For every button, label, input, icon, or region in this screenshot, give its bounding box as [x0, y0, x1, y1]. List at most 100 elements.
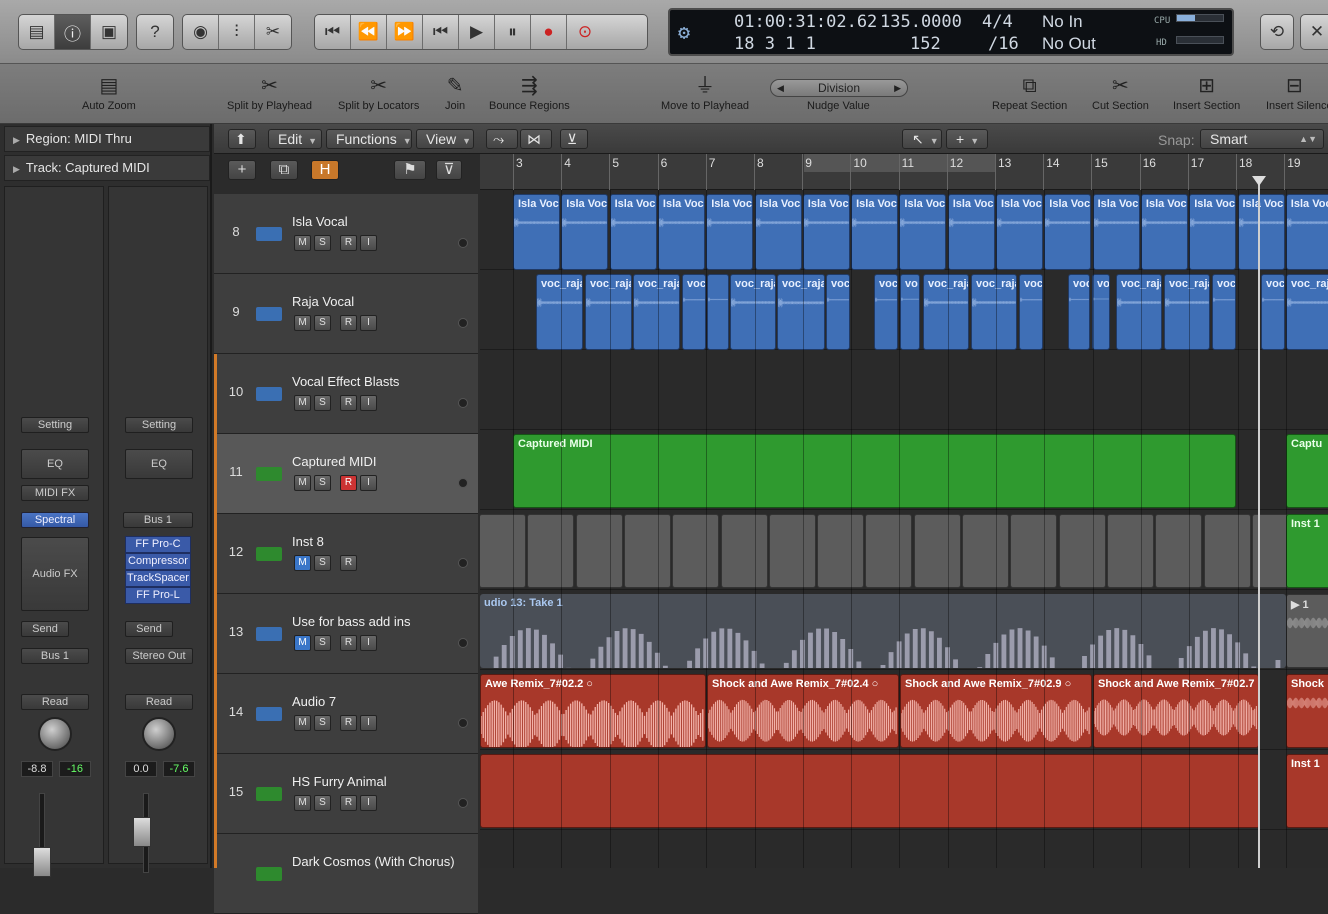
input-monitor-button[interactable]: I	[360, 795, 377, 811]
record-enable-button[interactable]: R	[340, 795, 357, 811]
region[interactable]	[1058, 514, 1106, 588]
region[interactable]: vo	[900, 274, 920, 350]
region[interactable]: Isla Voc	[996, 194, 1043, 270]
region[interactable]: voc	[1212, 274, 1236, 350]
pointer-tool[interactable]: ↖ ▼	[902, 129, 942, 149]
region[interactable]: Isla Voc	[1189, 194, 1237, 270]
region[interactable]: Isla Voc	[899, 194, 947, 270]
library-icon[interactable]: ▤	[19, 15, 55, 49]
region[interactable]	[962, 514, 1009, 588]
plugin-slot-2[interactable]: Compressor	[125, 553, 191, 570]
output-slot[interactable]: Stereo Out	[125, 648, 193, 664]
repeat-section-button[interactable]: ⧉ Repeat Section	[992, 72, 1067, 112]
playhead[interactable]	[1258, 176, 1260, 868]
lcd-display[interactable]: ⚙ 01:00:31:02.62 18 3 1 1 135.0000 152 4…	[668, 8, 1234, 56]
go-to-start-icon[interactable]: ⏮	[423, 15, 459, 49]
region[interactable]: Inst 1	[1286, 754, 1328, 828]
track-header[interactable]: 12 Inst 8 MSR	[214, 514, 478, 594]
play-icon[interactable]: ▶	[459, 15, 495, 49]
division[interactable]: /16	[988, 34, 1019, 54]
region[interactable]: voc	[1019, 274, 1043, 350]
solo-button[interactable]: S	[314, 475, 331, 491]
mute-button[interactable]: M	[294, 795, 311, 811]
edit-menu[interactable]: Edit ▼	[268, 129, 322, 149]
region[interactable]	[720, 514, 768, 588]
track-lane[interactable]: Isla Voc Isla Voc Isla Voc Isla Voc Isla Voc…	[480, 190, 1328, 270]
track-header[interactable]: Dark Cosmos (With Chorus)	[214, 834, 478, 914]
region[interactable]: voc_raja	[536, 274, 583, 350]
region[interactable]	[707, 274, 729, 350]
snap-selector[interactable]: Smart ▲▼	[1200, 129, 1324, 149]
region[interactable]: Isla Voc	[851, 194, 899, 270]
record-enable-button[interactable]: R	[340, 235, 357, 251]
marquee-tool[interactable]: + ▼	[946, 129, 988, 149]
pause-icon[interactable]: ⏸	[495, 15, 531, 49]
insert-silence-button[interactable]: ⊟ Insert Silence	[1266, 72, 1328, 112]
region[interactable]: Isla Voc	[513, 194, 560, 270]
send-slot[interactable]: Send	[125, 621, 173, 637]
record-enable-button[interactable]: R	[340, 715, 357, 731]
track-header[interactable]: 9 Raja Vocal M S R I	[214, 274, 478, 354]
solo-button[interactable]: S	[314, 715, 331, 731]
region[interactable]: Isla Voc	[706, 194, 754, 270]
track-lane[interactable]	[480, 350, 1328, 430]
region[interactable]: voc_raja	[1286, 274, 1328, 350]
mute-button[interactable]: M	[294, 235, 311, 251]
volume-fader[interactable]	[133, 817, 151, 847]
region[interactable]: Shock	[1286, 674, 1328, 748]
track-name[interactable]: Isla Vocal	[292, 214, 348, 229]
flag-icon[interactable]: ⚑	[394, 160, 426, 180]
solo-button[interactable]: S	[314, 235, 331, 251]
time-signature[interactable]: 4/4	[982, 12, 1013, 32]
region[interactable]	[768, 514, 816, 588]
waveform-zoom-icon[interactable]: ⋈	[520, 129, 552, 149]
track-lane[interactable]: udio 13: Take 1 ▶ 1	[480, 590, 1328, 670]
region[interactable]: voc	[826, 274, 850, 350]
region[interactable]	[1203, 514, 1251, 588]
track-header[interactable]: 10 Vocal Effect Blasts M S R I	[214, 354, 478, 434]
region[interactable]: Captu	[1286, 434, 1328, 508]
track-lane[interactable]: voc_raja voc_raja voc_raja voc voc_raja voc_r…	[480, 270, 1328, 350]
bounce-regions-button[interactable]: ⇶ Bounce Regions	[489, 72, 570, 112]
mute-button[interactable]: M	[294, 475, 311, 491]
toolbar-icon[interactable]: ▣	[91, 15, 127, 49]
input-slot[interactable]: Bus 1	[123, 512, 193, 528]
setting-button[interactable]: Setting	[125, 417, 193, 433]
mute-button[interactable]: M	[294, 555, 311, 571]
editors-icon[interactable]: ✂	[255, 15, 291, 49]
region[interactable]	[527, 514, 575, 588]
region[interactable]: voc	[682, 274, 706, 350]
setting-button[interactable]: Setting	[21, 417, 89, 433]
region[interactable]	[575, 514, 623, 588]
region[interactable]: voc_raja	[923, 274, 969, 350]
pan-knob[interactable]	[38, 717, 72, 751]
chevron-right-icon[interactable]: ▶	[894, 80, 901, 96]
instrument-slot[interactable]: Spectral	[21, 512, 89, 528]
input-monitor-button[interactable]: I	[360, 715, 377, 731]
mute-button[interactable]: M	[294, 315, 311, 331]
region[interactable]: voc_raja	[633, 274, 680, 350]
region[interactable]: voc	[1068, 274, 1090, 350]
eq-button[interactable]: EQ	[21, 449, 89, 479]
region[interactable]: Shock and Awe Remix_7#02.7 ○	[1093, 674, 1259, 748]
region[interactable]: Isla Voc	[1140, 194, 1188, 270]
track-name[interactable]: HS Furry Animal	[292, 774, 387, 789]
region[interactable]: Isla Voc	[561, 194, 609, 270]
region[interactable]: voc_raja	[1164, 274, 1210, 350]
solo-button[interactable]: S	[314, 795, 331, 811]
collapse-icon[interactable]: ⊽	[436, 160, 462, 180]
region[interactable]: voc	[1261, 274, 1285, 350]
track-inspector-header[interactable]: ▶ Track: Captured MIDI	[4, 155, 210, 181]
chevron-left-icon[interactable]: ◀	[777, 80, 784, 96]
input-monitor-button[interactable]: I	[360, 395, 377, 411]
record-enable-button[interactable]: R	[340, 555, 357, 571]
flex-icon[interactable]: ⤳	[486, 129, 518, 149]
region[interactable]: ▶ 1	[1286, 594, 1328, 668]
volume-fader[interactable]	[33, 847, 51, 877]
solo-button[interactable]: S	[314, 635, 331, 651]
region[interactable]: Isla Voc	[1285, 194, 1328, 270]
help-icon[interactable]: ?	[137, 15, 173, 49]
output-slot[interactable]: Bus 1	[21, 648, 89, 664]
catch-icon[interactable]: ⊻	[560, 129, 588, 149]
region[interactable]	[480, 754, 1260, 828]
